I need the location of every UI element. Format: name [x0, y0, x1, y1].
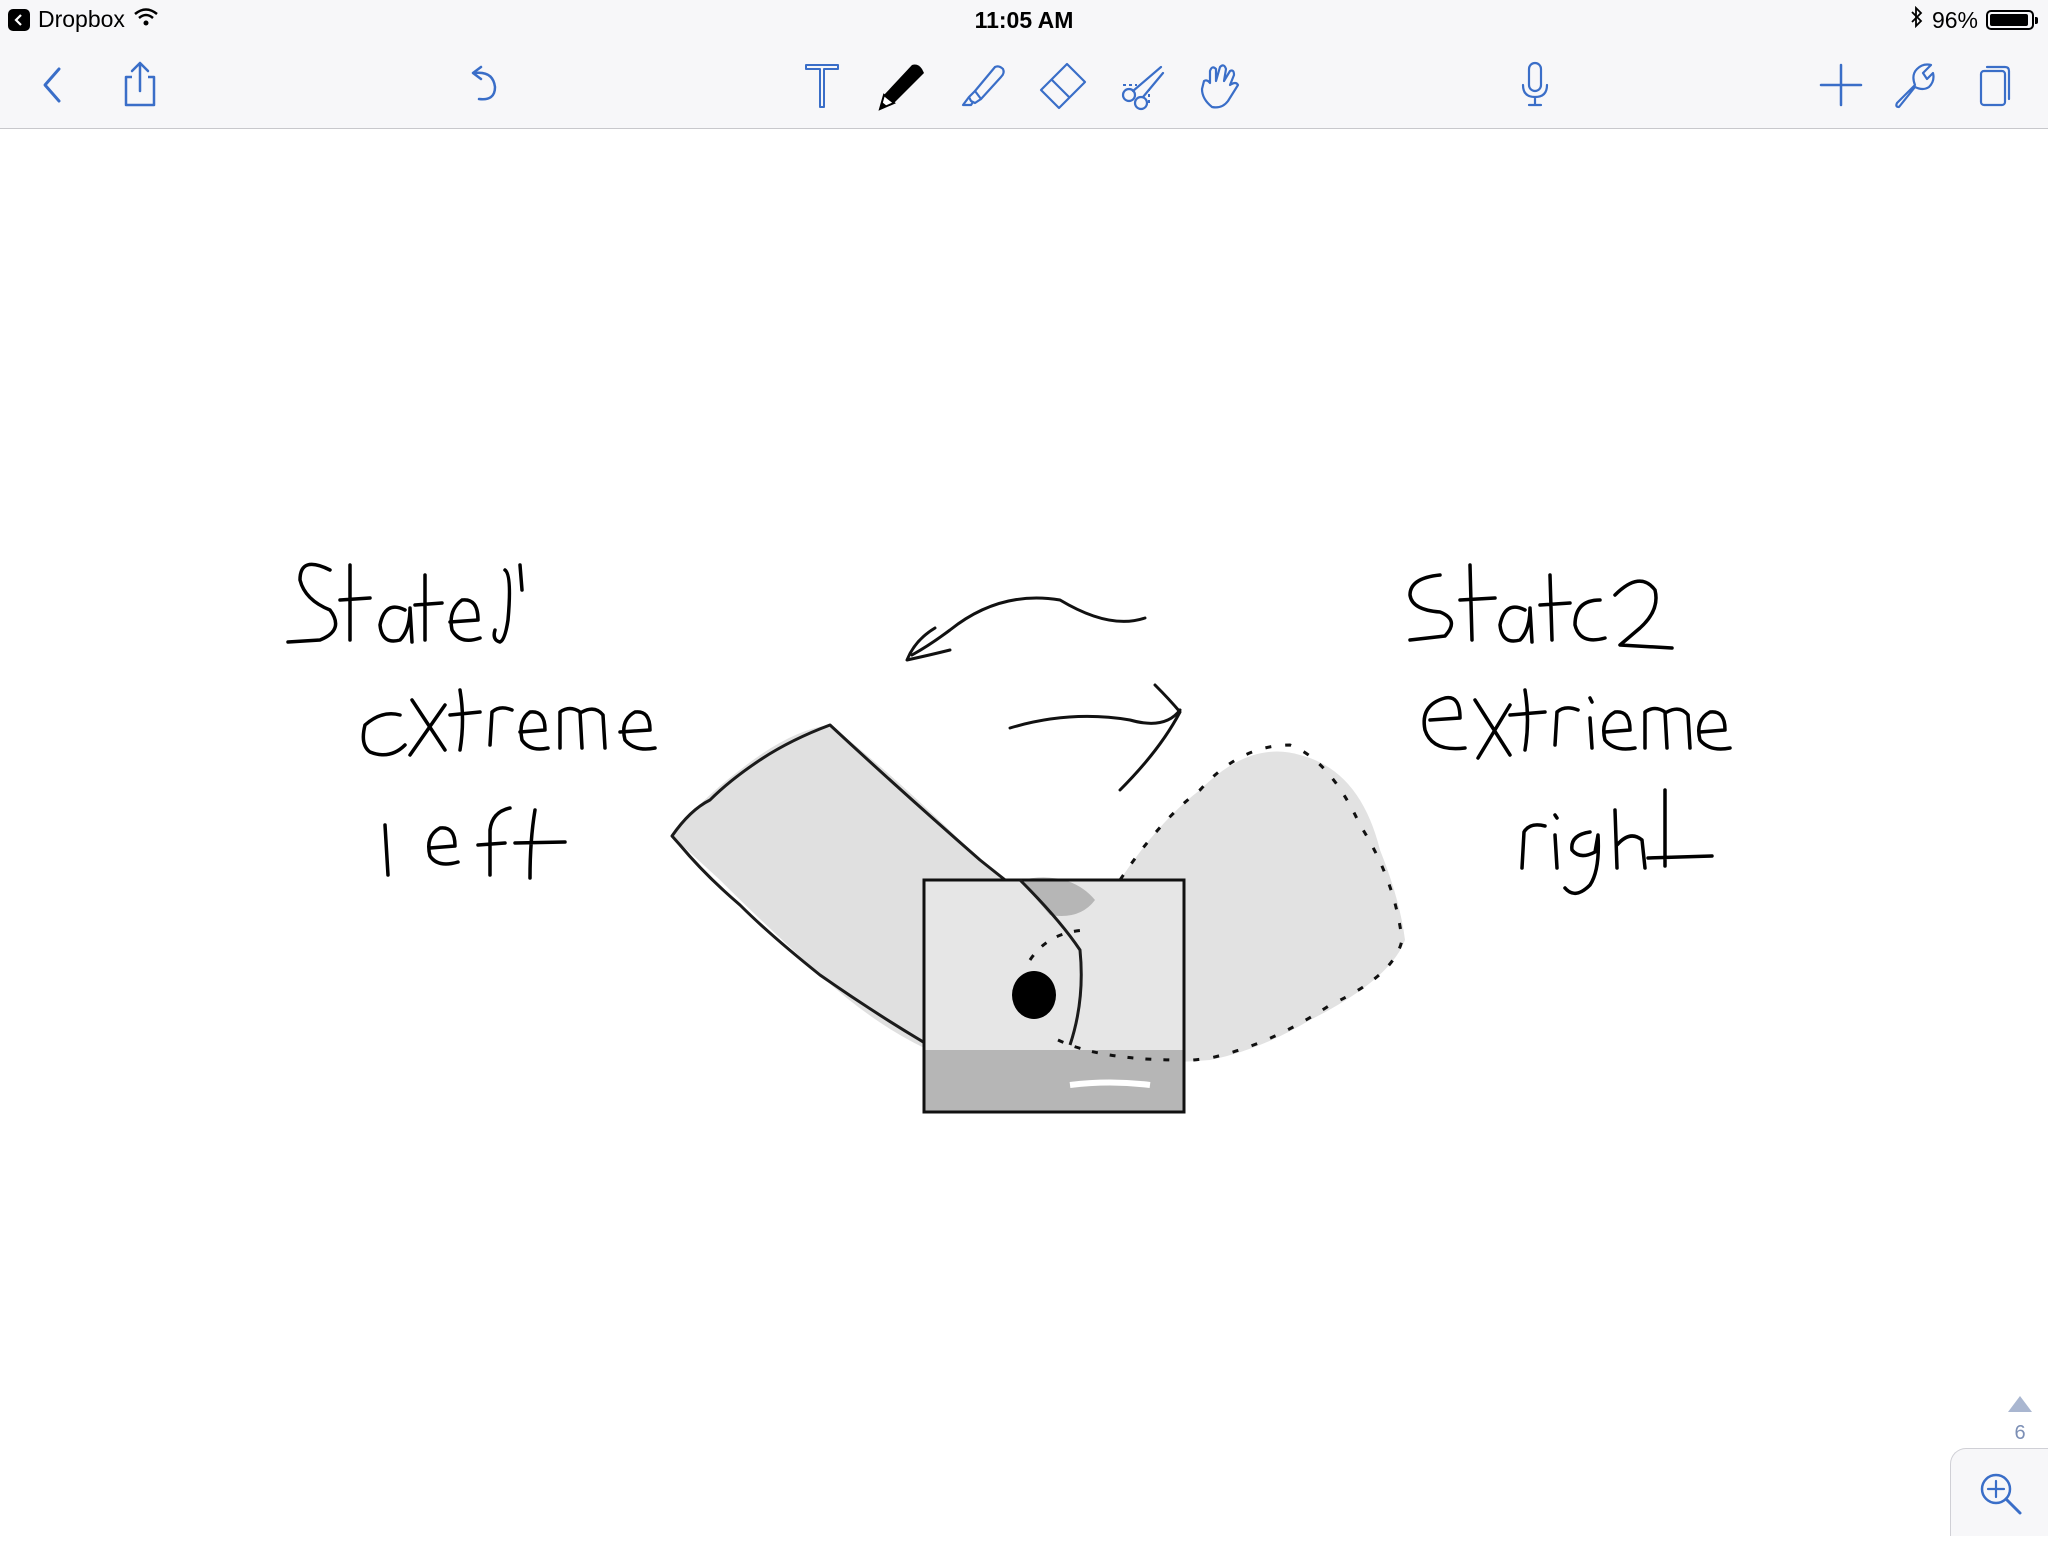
note-canvas[interactable]: 6 7 [0, 129, 2048, 1536]
eraser-tool[interactable] [1028, 50, 1098, 120]
hand-tool[interactable] [1185, 50, 1255, 120]
add-button[interactable] [1806, 50, 1876, 120]
share-button[interactable] [105, 50, 175, 120]
pivot-box [922, 877, 1186, 1114]
plus-icon [1819, 63, 1863, 107]
arrow-to-right [1008, 683, 1182, 792]
handwriting-state2-extreme-right [1408, 563, 1732, 895]
microphone-icon [1521, 61, 1549, 107]
battery-percent: 96% [1931, 6, 1978, 33]
page-up-icon[interactable] [2006, 1394, 2034, 1414]
undo-button[interactable] [448, 50, 518, 120]
pencil-tool[interactable] [865, 50, 935, 120]
eraser-icon [1039, 62, 1087, 110]
status-right: 96% [1910, 5, 2038, 34]
share-icon [124, 61, 156, 107]
tools-button[interactable] [1880, 50, 1950, 120]
scissors-tool[interactable] [1108, 50, 1178, 120]
battery-icon [1986, 10, 2038, 30]
microphone-button[interactable] [1500, 50, 1570, 120]
current-page: 6 [2014, 1422, 2026, 1444]
arrow-to-left [905, 596, 1147, 662]
pages-button[interactable] [1960, 50, 2030, 120]
hand-icon [1200, 64, 1240, 109]
highlighter-tool[interactable] [948, 50, 1018, 120]
battery-cap [2035, 17, 2038, 24]
status-time: 11:05 AM [974, 7, 1074, 33]
text-tool[interactable] [787, 50, 857, 120]
text-icon [805, 64, 839, 108]
battery-fill [1990, 14, 2029, 26]
undo-icon [471, 65, 497, 101]
pages-icon [1979, 65, 2011, 107]
chevron-left-icon [43, 67, 61, 103]
back-button[interactable] [18, 50, 88, 120]
bluetooth-icon [1910, 5, 1924, 34]
scissors-icon [1121, 65, 1165, 111]
highlighter-icon [961, 65, 1005, 107]
handwriting-state1-extreme-left [286, 562, 657, 880]
status-bar: Dropbox 11:05 AM 96% [0, 0, 2048, 40]
drawing-layer [286, 562, 1732, 1114]
toolbar [0, 40, 2048, 129]
pencil-icon [878, 64, 924, 111]
zoom-in-icon [1980, 1473, 2021, 1514]
wrench-icon [1895, 63, 1935, 109]
zoom-button[interactable] [1950, 1448, 2048, 1536]
